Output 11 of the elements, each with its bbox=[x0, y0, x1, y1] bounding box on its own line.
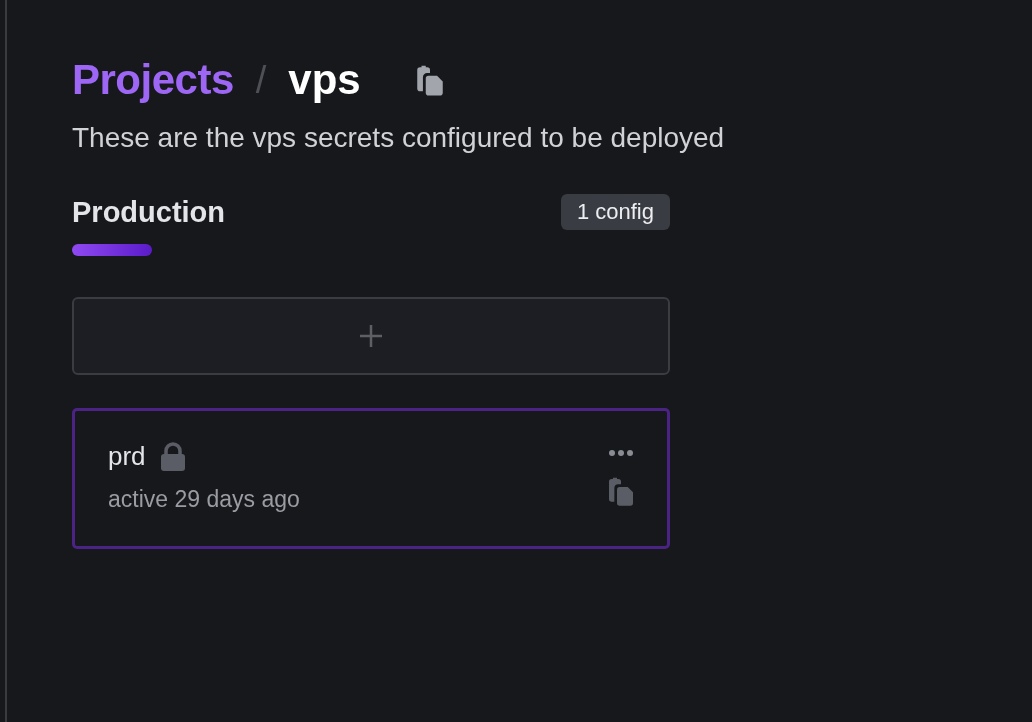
plus-icon bbox=[359, 324, 383, 348]
more-button[interactable] bbox=[608, 449, 634, 457]
config-card[interactable]: prd active 29 days ago bbox=[72, 408, 670, 549]
breadcrumb-separator: / bbox=[255, 58, 267, 102]
config-status: active 29 days ago bbox=[108, 486, 300, 513]
config-name: prd bbox=[108, 441, 146, 472]
page-description: These are the vps secrets configured to be deployed bbox=[72, 122, 726, 154]
project-title: vps bbox=[288, 56, 361, 104]
config-count: 1 config bbox=[560, 194, 670, 230]
environment-title: Production bbox=[72, 195, 226, 229]
projects-link[interactable]: Projects bbox=[72, 56, 234, 104]
